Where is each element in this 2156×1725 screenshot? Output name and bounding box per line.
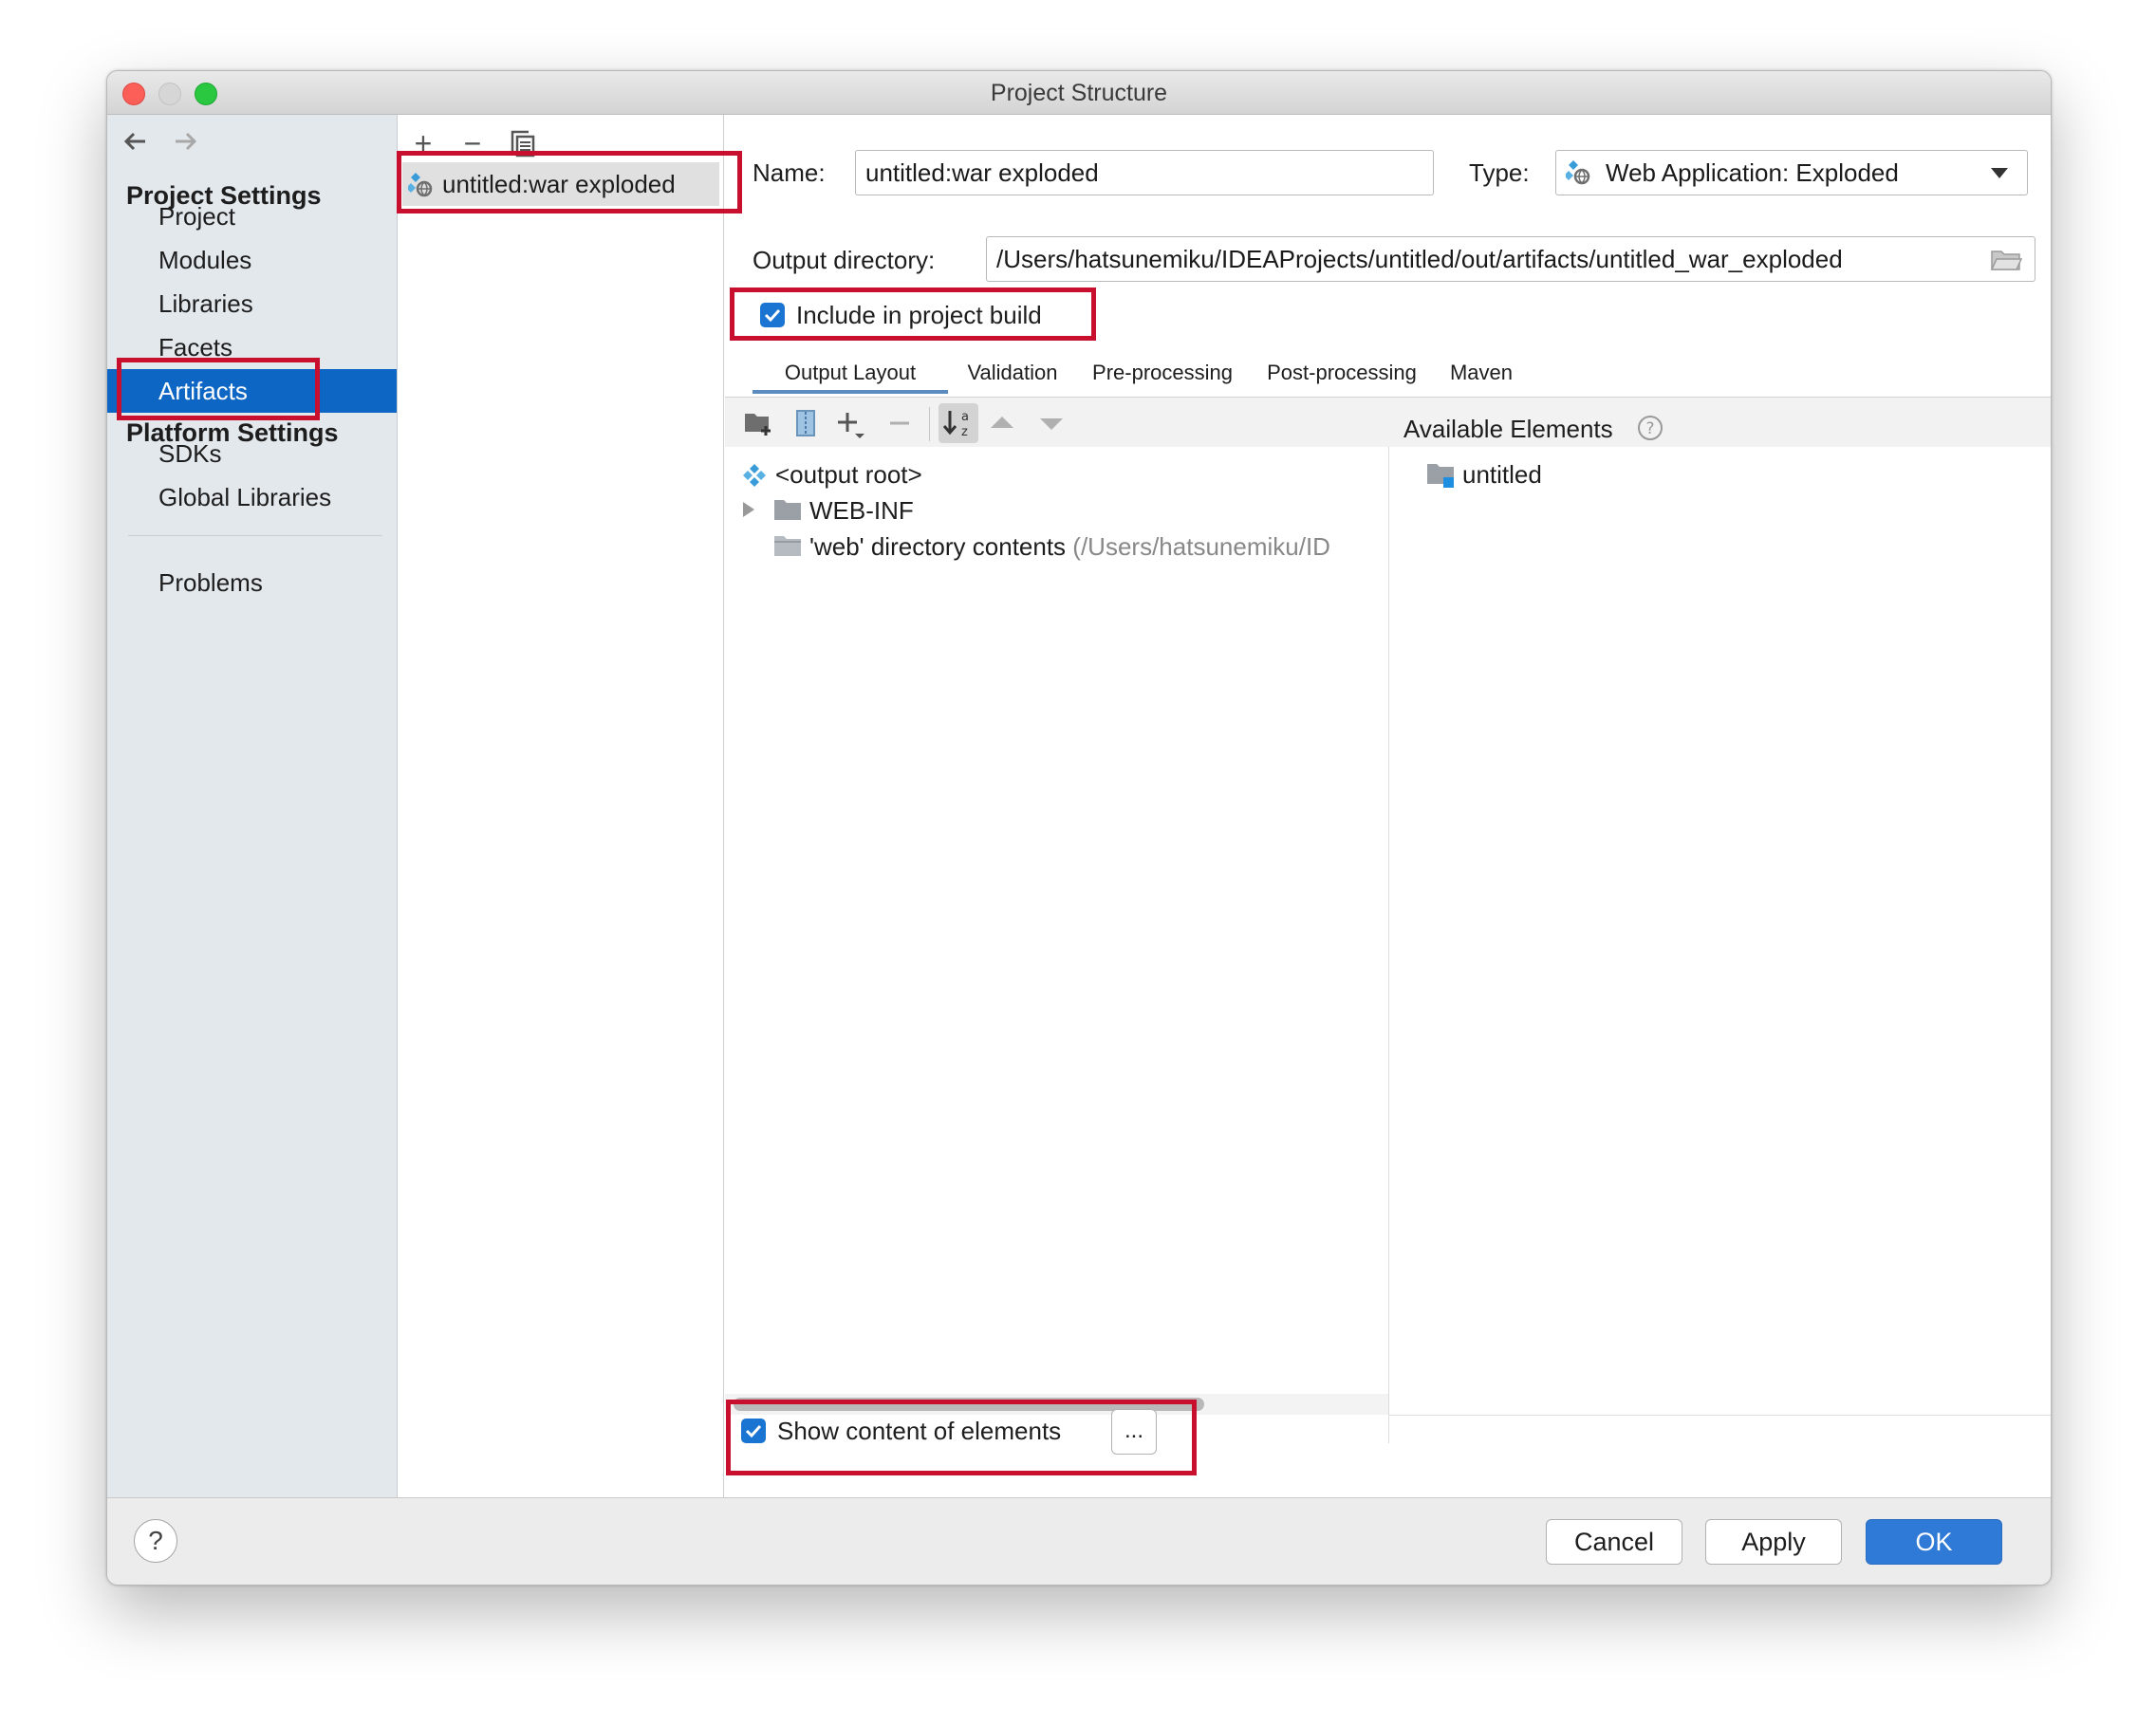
- move-up-icon[interactable]: [990, 413, 1014, 434]
- output-directory-field[interactable]: /Users/hatsunemiku/IDEAProjects/untitled…: [986, 236, 2035, 282]
- new-directory-icon[interactable]: [743, 409, 773, 437]
- sidebar-divider: [128, 535, 382, 536]
- available-item-untitled[interactable]: untitled: [1462, 460, 1542, 490]
- add-copy-icon[interactable]: [836, 409, 866, 439]
- name-label: Name:: [753, 158, 826, 187]
- svg-text:?: ?: [1645, 419, 1654, 438]
- move-down-icon[interactable]: [1039, 413, 1064, 434]
- sidebar-item-problems[interactable]: Problems: [107, 561, 397, 604]
- tree-item-web-inf[interactable]: WEB-INF: [809, 496, 914, 526]
- svg-text:z: z: [961, 425, 968, 439]
- folder-browse-icon[interactable]: [1990, 248, 2022, 272]
- dialog-footer: ? Cancel Apply OK: [107, 1497, 2051, 1585]
- show-content-highlight-box: [726, 1400, 1197, 1475]
- sidebar-item-sdks[interactable]: SDKs: [107, 432, 397, 475]
- sidebar-item-global-libraries[interactable]: Global Libraries: [107, 475, 397, 519]
- available-elements-heading: Available Elements: [1403, 415, 1613, 443]
- output-root-icon: [741, 462, 768, 489]
- module-folder-icon: [1426, 462, 1455, 489]
- ok-button[interactable]: OK: [1866, 1519, 2002, 1565]
- tree-item-web-directory-contents[interactable]: 'web' directory contents (/Users/hatsune…: [809, 532, 1330, 562]
- artifacts-highlight-box: [117, 358, 320, 420]
- forward-arrow-icon[interactable]: [170, 126, 200, 157]
- archive-icon[interactable]: [794, 409, 817, 437]
- web-directory-label: 'web' directory contents: [809, 532, 1067, 561]
- tree-divider: [1388, 447, 1389, 1443]
- artifact-item-highlight-box: [397, 151, 742, 213]
- tab-maven[interactable]: Maven: [1436, 352, 1527, 394]
- artifacts-list-pane: + − untitled:war exploded: [397, 115, 742, 1497]
- expand-arrow-icon[interactable]: [741, 500, 756, 519]
- folder-icon: [773, 498, 802, 521]
- web-application-icon: [1566, 159, 1592, 186]
- artifact-name-field[interactable]: untitled:war exploded: [855, 150, 1434, 195]
- include-build-highlight-box: [730, 288, 1096, 341]
- available-bottom-border: [1388, 1415, 2051, 1416]
- tree-item-output-root[interactable]: <output root>: [775, 460, 922, 490]
- apply-button[interactable]: Apply: [1705, 1519, 1842, 1565]
- sidebar-item-libraries[interactable]: Libraries: [107, 282, 397, 325]
- web-directory-path: (/Users/hatsunemiku/ID: [1072, 532, 1330, 561]
- back-arrow-icon[interactable]: [121, 126, 151, 157]
- artifact-type-select[interactable]: Web Application: Exploded: [1555, 150, 2028, 195]
- tab-post-processing[interactable]: Post-processing: [1252, 352, 1432, 394]
- cancel-button[interactable]: Cancel: [1546, 1519, 1682, 1565]
- settings-sidebar: Project Settings Project Modules Librari…: [107, 115, 398, 1497]
- sidebar-item-modules[interactable]: Modules: [107, 238, 397, 282]
- title-bar: Project Structure: [107, 71, 2051, 115]
- remove-element-icon[interactable]: [885, 409, 914, 437]
- project-structure-window: Project Structure Project Settings Proje…: [106, 70, 2052, 1586]
- sort-alphabetically-icon[interactable]: az: [939, 403, 978, 443]
- web-folder-icon: [773, 534, 802, 557]
- svg-text:a: a: [961, 410, 969, 424]
- output-layout-tree: [725, 447, 1388, 1396]
- sidebar-item-project[interactable]: Project: [107, 195, 397, 238]
- tab-output-layout[interactable]: Output Layout: [753, 352, 948, 394]
- layout-toolbar: [725, 398, 2051, 447]
- window-title: Project Structure: [990, 80, 1168, 106]
- toolbar-separator: [929, 407, 930, 441]
- help-button[interactable]: ?: [134, 1519, 177, 1563]
- output-directory-label: Output directory:: [753, 246, 936, 274]
- chevron-down-icon[interactable]: [1990, 166, 2009, 179]
- tab-pre-processing[interactable]: Pre-processing: [1077, 352, 1248, 394]
- help-question-icon[interactable]: ?: [1637, 415, 1663, 441]
- type-label: Type:: [1469, 158, 1530, 187]
- tab-validation[interactable]: Validation: [956, 352, 1069, 394]
